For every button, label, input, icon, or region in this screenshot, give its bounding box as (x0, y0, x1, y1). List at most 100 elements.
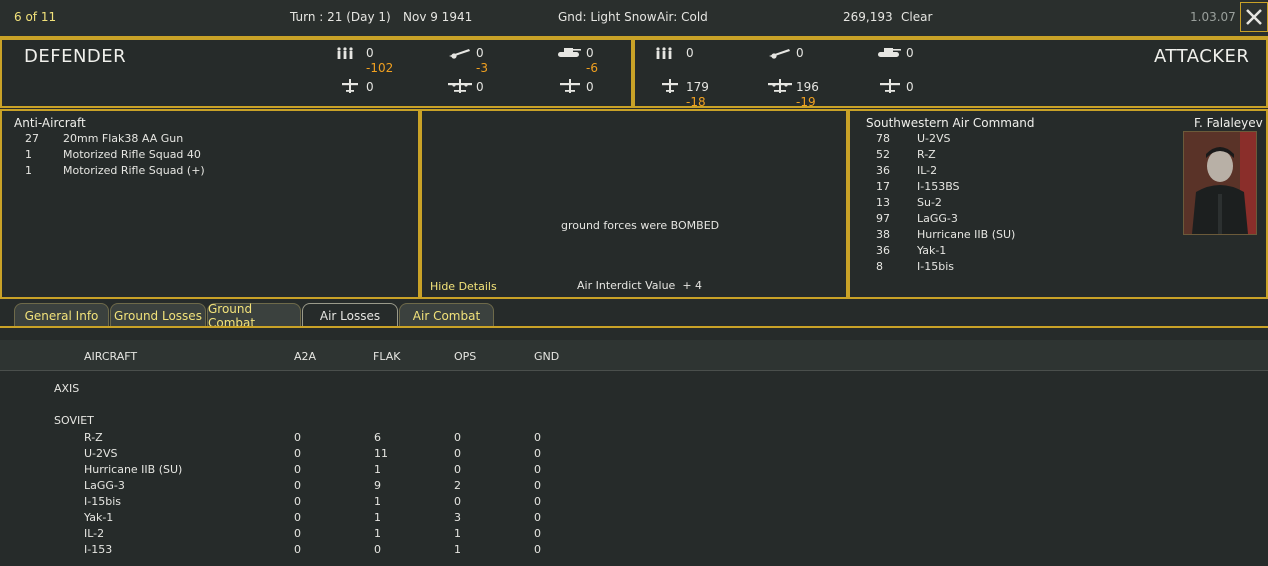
close-button[interactable] (1240, 2, 1268, 32)
tab-air-losses[interactable]: Air Losses (302, 303, 398, 327)
unit-name[interactable]: Hurricane IIB (SU) (917, 228, 1015, 241)
unit-name[interactable]: IL-2 (917, 164, 937, 177)
attacker-fighters-loss: -18 (686, 95, 706, 109)
unit-count: 36 (876, 164, 890, 177)
defender-other-air: 0 (586, 80, 594, 94)
ops-value: 0 (454, 495, 461, 508)
ops-value: 1 (454, 543, 461, 556)
soviet-group-label: SOVIET (54, 414, 94, 427)
artillery-icon (769, 49, 790, 59)
header-ops[interactable]: OPS (454, 350, 476, 363)
unit-name[interactable]: I-153BS (917, 180, 960, 193)
location-number: 269,193 (843, 10, 893, 24)
unit-count: 1 (25, 148, 32, 161)
a2a-value: 0 (294, 543, 301, 556)
unit-name[interactable]: Su-2 (917, 196, 942, 209)
fighter-icon (662, 79, 678, 93)
unit-name[interactable]: U-2VS (917, 132, 951, 145)
unit-name[interactable]: R-Z (917, 148, 936, 161)
tab-ground-combat[interactable]: Ground Combat (207, 302, 301, 330)
unit-count: 17 (876, 180, 890, 193)
commander-portrait[interactable] (1183, 131, 1257, 235)
header-gnd[interactable]: GND (534, 350, 559, 363)
defender-fighters: 0 (366, 80, 374, 94)
combat-message: ground forces were BOMBED (561, 219, 720, 232)
unit-name[interactable]: 20mm Flak38 AA Gun (63, 132, 183, 145)
hide-details-link[interactable]: Hide Details (430, 280, 497, 293)
version-label: 1.03.07 (1190, 10, 1236, 24)
unit-count: 97 (876, 212, 890, 225)
attacker-title: ATTACKER (1154, 46, 1250, 67)
ops-value: 0 (454, 447, 461, 460)
unit-count: 36 (876, 244, 890, 257)
attacker-tanks: 0 (906, 46, 914, 60)
tank-icon (558, 48, 581, 57)
ops-value: 1 (454, 527, 461, 540)
fighter-icon (342, 79, 358, 93)
infantry-icon (656, 47, 672, 59)
a2a-value: 0 (294, 479, 301, 492)
a2a-value: 0 (294, 447, 301, 460)
air-interdict-value: Air Interdict Value + 4 (577, 279, 703, 292)
aircraft-name: IL-2 (84, 527, 105, 540)
attacker-bombers: 196 (796, 80, 819, 94)
commander-name: F. Falaleyev (1194, 116, 1263, 130)
a2a-value: 0 (294, 431, 301, 444)
weather-label: Clear (901, 10, 933, 24)
a2a-value: 0 (294, 495, 301, 508)
header-flak[interactable]: FLAK (373, 350, 400, 363)
turn-label: Turn : 21 (Day 1) (290, 10, 391, 24)
a2a-value: 0 (294, 463, 301, 476)
attacker-bombers-loss: -19 (796, 95, 816, 109)
bomber-icon (768, 79, 792, 93)
attacker-fighters: 179 (686, 80, 709, 94)
unit-name[interactable]: Motorized Rifle Squad (+) (63, 164, 205, 177)
aircraft-name: Yak-1 (84, 511, 114, 524)
attacker-guns: 0 (796, 46, 804, 60)
defender-men-loss: -102 (366, 61, 394, 75)
header-aircraft[interactable]: AIRCRAFT (84, 350, 137, 363)
defender-men: 0 (366, 46, 374, 60)
flak-value: 1 (374, 463, 381, 476)
unit-name[interactable]: Yak-1 (917, 244, 946, 257)
gnd-value: 0 (534, 527, 541, 540)
aircraft-name: I-15bis (84, 495, 121, 508)
a2a-value: 0 (294, 527, 301, 540)
unit-count: 38 (876, 228, 890, 241)
defender-tanks-loss: -6 (586, 61, 598, 75)
flak-value: 6 (374, 431, 381, 444)
battle-counter[interactable]: 6 of 11 (14, 10, 56, 24)
tab-divider (0, 326, 1268, 328)
defender-units-title: Anti-Aircraft (14, 116, 86, 130)
gnd-value: 0 (534, 479, 541, 492)
tab-general-info[interactable]: General Info (14, 303, 109, 327)
attacker-men: 0 (686, 46, 694, 60)
ops-value: 0 (454, 463, 461, 476)
transport-icon (880, 79, 900, 93)
ground-condition: Gnd: Light Snow (558, 10, 657, 24)
date-label: Nov 9 1941 (403, 10, 473, 24)
aircraft-name: U-2VS (84, 447, 118, 460)
aircraft-name: LaGG-3 (84, 479, 125, 492)
unit-count: 52 (876, 148, 890, 161)
combat-result-panel (420, 109, 848, 299)
close-icon (1246, 9, 1262, 25)
unit-name[interactable]: I-15bis (917, 260, 954, 273)
gnd-value: 0 (534, 431, 541, 444)
tab-air-combat[interactable]: Air Combat (399, 303, 494, 327)
unit-count: 27 (25, 132, 39, 145)
aircraft-name: R-Z (84, 431, 103, 444)
flak-value: 11 (374, 447, 388, 460)
unit-count: 8 (876, 260, 883, 273)
unit-name[interactable]: Motorized Rifle Squad 40 (63, 148, 201, 161)
unit-name[interactable]: LaGG-3 (917, 212, 958, 225)
flak-value: 1 (374, 511, 381, 524)
gnd-value: 0 (534, 447, 541, 460)
tab-ground-losses[interactable]: Ground Losses (110, 303, 206, 327)
flak-value: 1 (374, 495, 381, 508)
axis-group-label: AXIS (54, 382, 80, 395)
header-a2a[interactable]: A2A (294, 350, 316, 363)
ops-value: 2 (454, 479, 461, 492)
unit-count: 78 (876, 132, 890, 145)
flak-value: 0 (374, 543, 381, 556)
